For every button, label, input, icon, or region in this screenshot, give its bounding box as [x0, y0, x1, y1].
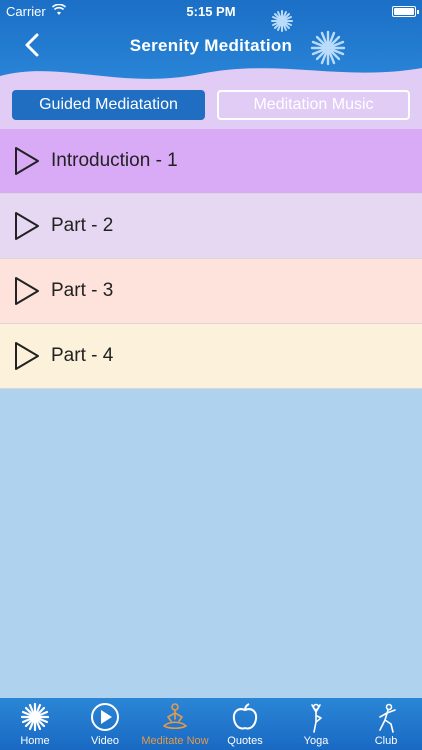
segment-guided-meditation[interactable]: Guided Mediatation [12, 90, 205, 120]
play-icon[interactable] [13, 145, 41, 177]
yoga-pose-icon [311, 703, 322, 733]
list-item-label: Introduction - 1 [51, 150, 178, 171]
track-list: Introduction - 1 Part - 2 Part - 3 Part … [0, 129, 422, 389]
list-item-label: Part - 4 [51, 345, 114, 366]
list-item-label: Part - 3 [51, 280, 114, 301]
dance-pose-icon [379, 703, 396, 733]
segmented-control: Guided Mediatation Meditation Music [0, 86, 422, 129]
list-item-label: Part - 2 [51, 215, 114, 236]
page-title: Serenity Meditation [129, 36, 293, 55]
list-item[interactable]: Introduction - 1 [0, 129, 422, 194]
tab-video[interactable]: Video [70, 698, 140, 750]
tab-label: Yoga [303, 735, 329, 747]
tab-home[interactable]: Home [0, 698, 70, 750]
meditation-pose-icon [163, 703, 187, 730]
flower-decoration-icon [271, 10, 293, 32]
tab-label: Quotes [227, 735, 263, 747]
play-circle-icon [91, 703, 119, 731]
tab-club[interactable]: Club [351, 698, 421, 750]
play-icon[interactable] [13, 275, 41, 307]
list-item[interactable]: Part - 2 [0, 194, 422, 259]
lotus-flower-icon [20, 702, 50, 732]
navigation-header: Carrier 5:15 PM Serenity Meditation [0, 0, 422, 86]
list-item[interactable]: Part - 3 [0, 259, 422, 324]
play-icon[interactable] [13, 340, 41, 372]
tab-bar: Home Video Meditate Now Quotes Yoga Club [0, 698, 422, 750]
status-bar: Carrier 5:15 PM [0, 0, 422, 22]
apple-outline-icon [232, 703, 258, 730]
header-wave [0, 68, 422, 86]
tab-label: Home [20, 735, 50, 747]
play-icon[interactable] [13, 210, 41, 242]
tab-quotes[interactable]: Quotes [210, 698, 280, 750]
tab-label: Video [91, 735, 119, 747]
tab-meditate-now[interactable]: Meditate Now [140, 698, 210, 750]
battery-icon [392, 6, 419, 17]
tab-label: Club [374, 735, 398, 747]
status-time: 5:15 PM [186, 4, 236, 19]
segment-meditation-music[interactable]: Meditation Music [217, 90, 410, 120]
tab-label: Meditate Now [141, 735, 209, 747]
tab-yoga[interactable]: Yoga [281, 698, 351, 750]
list-item[interactable]: Part - 4 [0, 324, 422, 389]
